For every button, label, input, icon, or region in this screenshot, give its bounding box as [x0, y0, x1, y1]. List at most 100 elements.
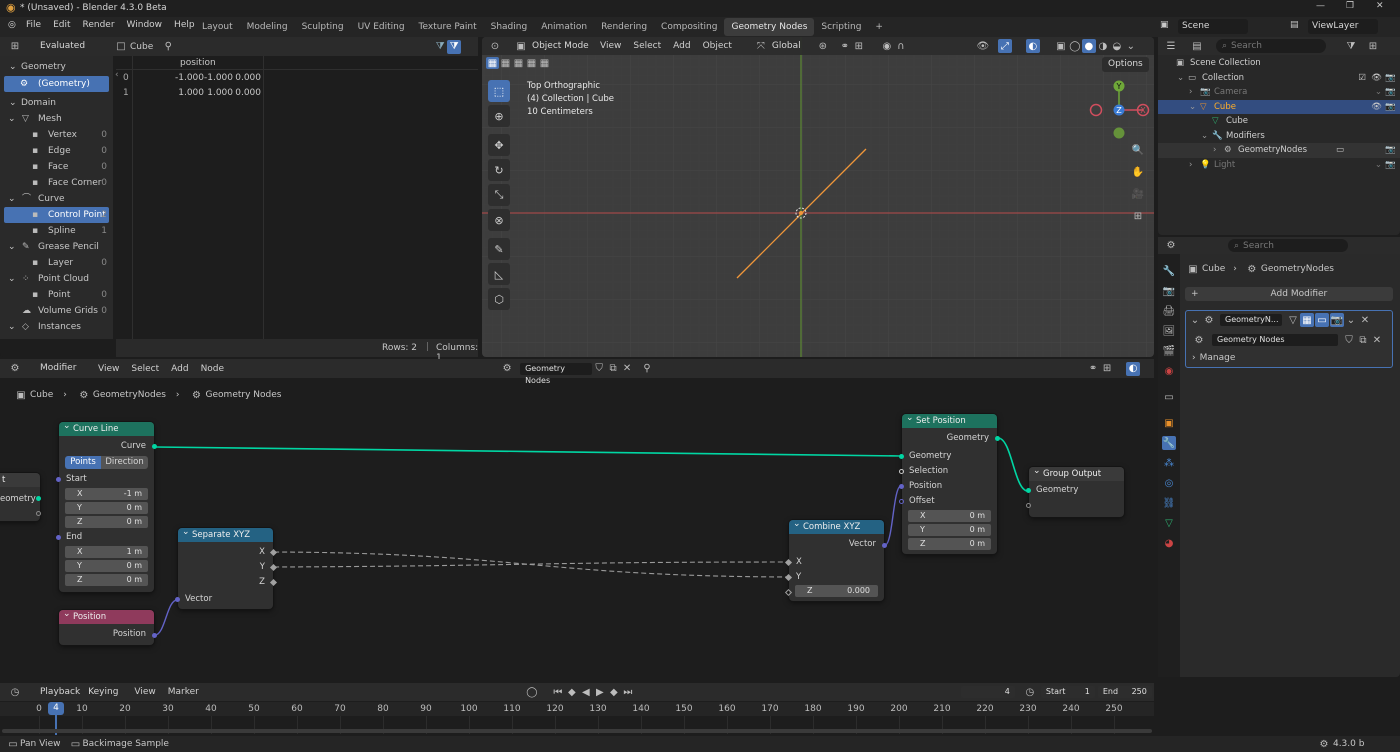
output-tab-icon[interactable]: 🖨: [1162, 304, 1176, 318]
domain-item-curve[interactable]: ⌄ ⌒ Curve: [0, 191, 113, 207]
fake-user-icon[interactable]: ⛉: [1342, 333, 1356, 347]
menu-render[interactable]: Render: [77, 20, 121, 30]
editmode-display-icon[interactable]: ▦: [1300, 313, 1314, 327]
group-output-empty-socket[interactable]: [1026, 503, 1031, 508]
object-tab-icon[interactable]: ▣: [1162, 416, 1176, 430]
keying-menu[interactable]: Keying: [84, 685, 122, 700]
end-y-field[interactable]: Y 0 m: [65, 560, 148, 572]
navigation-gizmo[interactable]: Y Z X: [1087, 78, 1151, 142]
viewport-editor-type-icon[interactable]: ⊙: [488, 39, 502, 53]
position-node[interactable]: Position Position: [59, 607, 157, 645]
viewport-menu-select[interactable]: Select: [627, 41, 667, 51]
outliner-editor-type-icon[interactable]: ☰: [1164, 39, 1178, 53]
menu-edit[interactable]: Edit: [47, 20, 76, 30]
viewport-display-icon[interactable]: ▭: [1315, 313, 1329, 327]
falloff-icon[interactable]: ∩: [894, 39, 908, 53]
cursor-tool-icon[interactable]: ⊕: [488, 105, 510, 127]
workspace-tab-animation[interactable]: Animation: [534, 18, 594, 36]
duplicate-icon[interactable]: ⧉: [1356, 333, 1370, 347]
viewport-3d[interactable]: ⊙ ▣ Object Mode View Select Add Object ⤧…: [482, 37, 1154, 357]
manage-subpanel[interactable]: › Manage: [1192, 353, 1235, 363]
outliner-item-light[interactable]: › 💡 Light ⌄ 📷: [1158, 158, 1400, 173]
modifier-remove-icon[interactable]: ✕: [1358, 313, 1372, 327]
maximize-icon[interactable]: ❐: [1346, 1, 1354, 11]
set-position-geometry-out-socket[interactable]: [995, 436, 1000, 441]
data-tab-icon[interactable]: ▽: [1162, 516, 1176, 530]
render-camera-icon[interactable]: 📷: [1385, 71, 1396, 86]
domain-item-spline[interactable]: ▪ Spline 1: [0, 223, 113, 239]
domain-item-face-corner[interactable]: ▪ Face Corner 0: [0, 175, 113, 191]
new-collection-icon[interactable]: ⊞: [1366, 39, 1380, 53]
viewport-menu-view[interactable]: View: [594, 41, 627, 51]
physics-tab-icon[interactable]: ◎: [1162, 476, 1176, 490]
view-layer-tab-icon[interactable]: 🖼: [1162, 324, 1176, 338]
geometry-item[interactable]: ⚙ (Geometry): [4, 76, 109, 92]
selection-socket[interactable]: [899, 469, 904, 474]
preview-range-icon[interactable]: ◷: [1023, 685, 1037, 699]
group-input-empty-socket[interactable]: [36, 511, 41, 516]
end-socket[interactable]: [56, 535, 61, 540]
workspace-tab-modeling[interactable]: Modeling: [240, 18, 295, 36]
select-new-icon[interactable]: ▦: [486, 57, 499, 69]
proportional-icon[interactable]: ◉: [880, 39, 894, 53]
outliner-item-camera[interactable]: › 📷 Camera ⌄ 📷: [1158, 85, 1400, 100]
domain-item-layer[interactable]: ▪ Layer 0: [0, 255, 113, 271]
workspace-tab-sculpting[interactable]: Sculpting: [295, 18, 351, 36]
start-y-field[interactable]: Y 0 m: [65, 502, 148, 514]
annotate-tool-icon[interactable]: ✎: [488, 238, 510, 260]
close-icon[interactable]: ✕: [1376, 1, 1384, 11]
measure-tool-icon[interactable]: ◺: [488, 263, 510, 285]
timeline-menu-view[interactable]: View: [128, 687, 161, 697]
set-position-node[interactable]: Set Position Geometry Geometry Selection…: [899, 411, 1000, 554]
snap-icon[interactable]: ⚭: [838, 39, 852, 53]
visibility-eye-icon[interactable]: 👁: [1371, 100, 1382, 115]
xray-icon[interactable]: ▣: [1054, 39, 1068, 53]
timeline-menu-marker[interactable]: Marker: [162, 687, 205, 697]
position-output-socket[interactable]: [152, 633, 157, 638]
filter-active-icon[interactable]: ⧩: [447, 39, 462, 54]
select-invert-icon[interactable]: ▦: [525, 57, 538, 69]
domain-item-grease-pencil[interactable]: ⌄ ✎ Grease Pencil: [0, 239, 113, 255]
domain-item-point[interactable]: ▪ Point 0: [0, 287, 113, 303]
combine-vector-socket[interactable]: [882, 543, 887, 548]
outliner-search[interactable]: ⌕ Search: [1216, 39, 1326, 53]
start-frame-field[interactable]: Start 1: [1040, 686, 1095, 698]
blender-menu-icon[interactable]: ◎: [8, 20, 16, 30]
scene-tab-icon[interactable]: 🎬: [1162, 344, 1176, 358]
workspace-tab-compositing[interactable]: Compositing: [654, 18, 724, 36]
curve-output-socket[interactable]: [152, 444, 157, 449]
combine-z-field[interactable]: Z 0.000: [795, 585, 878, 597]
start-z-field[interactable]: Z 0 m: [65, 516, 148, 528]
overlay-toggle-icon[interactable]: ◐: [1025, 39, 1040, 53]
set-position-geometry-in-socket[interactable]: [899, 454, 904, 459]
orientation-dropdown[interactable]: Global: [768, 39, 816, 54]
render-camera-icon[interactable]: 📷: [1385, 143, 1396, 158]
column-header-position[interactable]: position: [180, 58, 216, 68]
domain-item-mesh[interactable]: ⌄ ▽ Mesh: [0, 111, 113, 127]
play-icon[interactable]: ▶: [593, 685, 607, 699]
direction-mode-button[interactable]: Direction: [101, 456, 148, 469]
render-camera-icon[interactable]: 📷: [1385, 85, 1396, 100]
object-mode-dropdown[interactable]: Object Mode: [528, 39, 594, 54]
select-extend-icon[interactable]: ▦: [499, 57, 512, 69]
pan-hand-icon[interactable]: ✋: [1129, 163, 1147, 181]
visibility-eye-icon[interactable]: 👁: [1371, 71, 1382, 86]
outliner-item-scene-collection[interactable]: ▣ Scene Collection: [1158, 56, 1400, 71]
workspace-tab-rendering[interactable]: Rendering: [594, 18, 654, 36]
points-mode-button[interactable]: Points: [65, 456, 102, 469]
modifier-collapse-icon[interactable]: ⌄: [1188, 313, 1202, 327]
viewport-menu-object[interactable]: Object: [697, 41, 738, 51]
select-box-tool-icon[interactable]: ⬚: [488, 80, 510, 102]
current-frame-field[interactable]: 4: [960, 686, 1015, 698]
node-editor[interactable]: ⚙ Modifier View Select Add Node ⚙ Geomet…: [0, 359, 1154, 677]
scale-tool-icon[interactable]: ⤡: [488, 184, 510, 206]
domain-item-face[interactable]: ▪ Face 0: [0, 159, 113, 175]
combine-xyz-node[interactable]: Combine XYZ Vector X Y Z 0.000: [784, 517, 887, 601]
jump-keyframe-back-icon[interactable]: ◆: [565, 685, 579, 699]
pivot-icon[interactable]: ⊛: [816, 39, 830, 53]
visibility-icon[interactable]: 👁: [976, 39, 990, 53]
render-camera-icon[interactable]: 📷: [1385, 158, 1396, 173]
display-mode-icon[interactable]: ▤: [1190, 39, 1204, 53]
properties-search[interactable]: ⌕ Search: [1228, 239, 1348, 252]
visibility-eye-icon[interactable]: ⌄: [1375, 85, 1382, 100]
